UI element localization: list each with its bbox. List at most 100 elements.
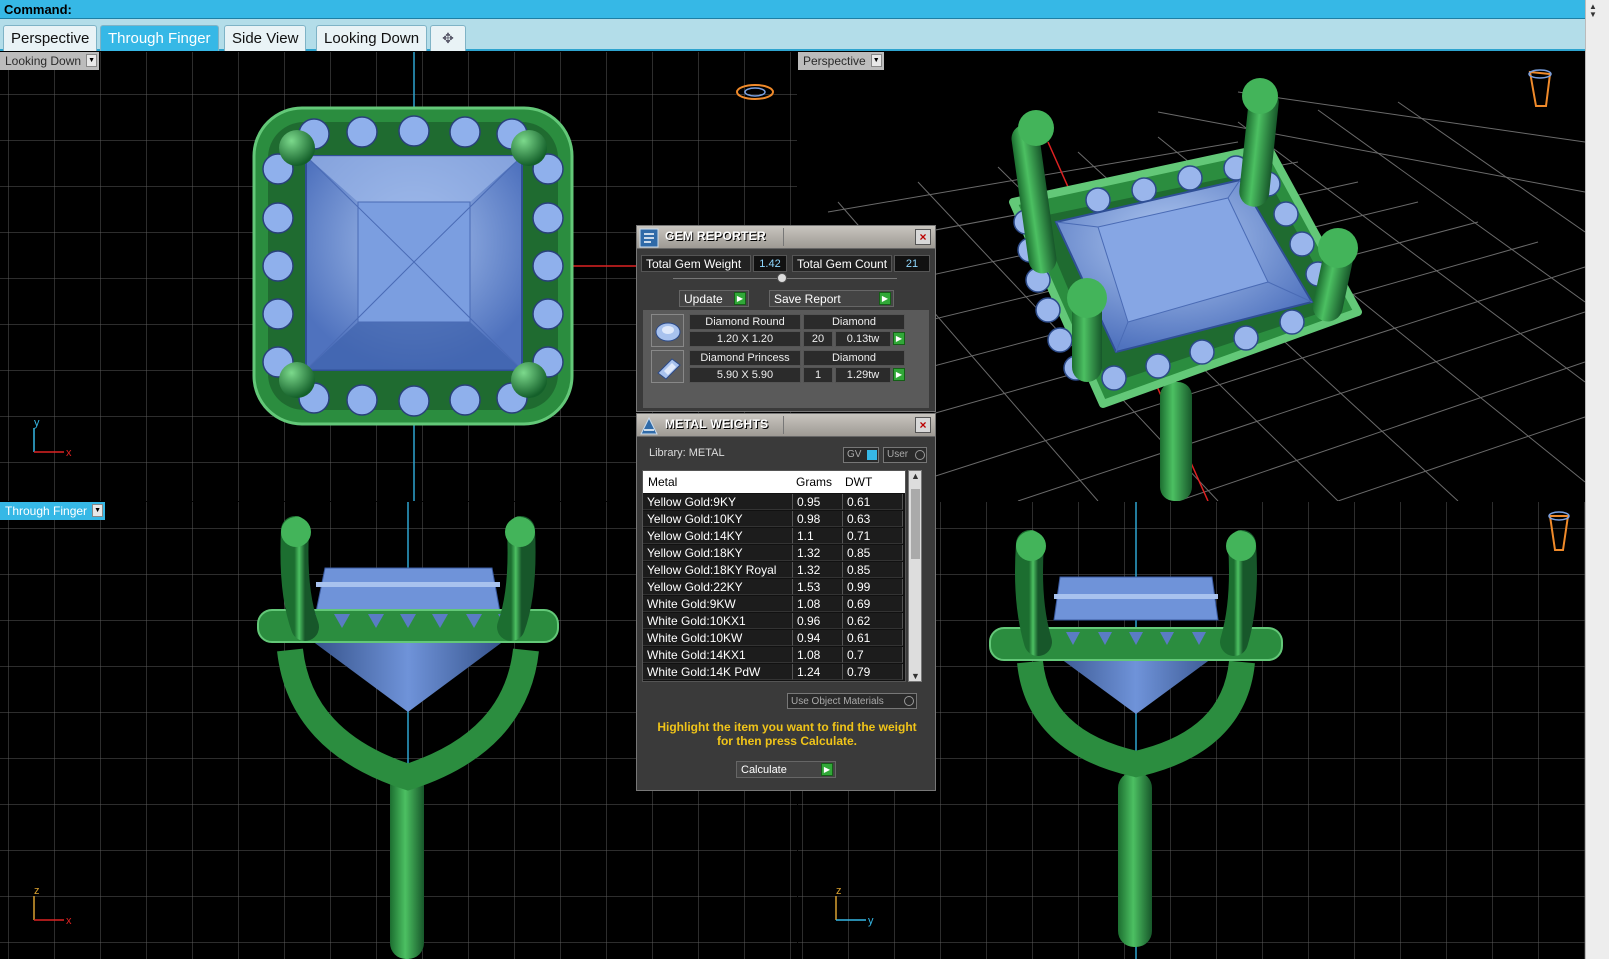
update-button[interactable]: Update ▶ <box>679 290 749 307</box>
splitter-handle[interactable] <box>777 273 787 283</box>
gem-select-button[interactable]: ▶ <box>893 332 905 345</box>
viewport-menu-icon[interactable]: ▼ <box>86 54 98 67</box>
total-gem-weight-value: 1.42 <box>753 255 787 272</box>
save-report-button[interactable]: Save Report ▶ <box>769 290 894 307</box>
viewport-label[interactable]: Through Finger ▼ <box>0 502 106 520</box>
metal-cell-dwt: 0.63 <box>843 511 903 527</box>
metal-cell-dwt: 0.99 <box>843 579 903 595</box>
metal-table-row[interactable]: Yellow Gold:9KY 0.95 0.61 <box>643 494 905 510</box>
scroll-up-icon[interactable]: ▲ <box>911 471 920 481</box>
metal-cell-dwt: 0.85 <box>843 562 903 578</box>
metal-table-row[interactable]: White Gold:14K PdW 1.24 0.79 <box>643 664 905 680</box>
user-label: User <box>887 449 909 460</box>
play-icon: ▶ <box>821 763 833 776</box>
axis-x-label: x <box>66 447 72 459</box>
gem-weight: 0.13tw <box>835 331 891 347</box>
metal-cell-grams: 0.95 <box>793 494 843 510</box>
metal-cell-grams: 0.94 <box>793 630 843 646</box>
scroll-thumb[interactable] <box>911 489 920 559</box>
metal-table-row[interactable]: White Gold:9KW 1.08 0.69 <box>643 596 905 612</box>
viewport-menu-icon[interactable]: ▼ <box>870 54 882 67</box>
user-indicator <box>915 450 925 460</box>
metal-table-row[interactable]: White Gold:14KX1 1.08 0.7 <box>643 647 905 663</box>
metal-cell-dwt: 0.61 <box>843 494 903 510</box>
viewport-label[interactable]: Looking Down ▼ <box>0 52 100 70</box>
user-toggle[interactable]: User <box>883 447 927 463</box>
gem-count: 20 <box>803 331 833 347</box>
gem-count: 1 <box>803 367 833 383</box>
ring-perspective-view <box>1009 78 1362 408</box>
axis-y-label: y <box>868 915 874 927</box>
close-icon[interactable]: × <box>915 229 931 245</box>
metal-cell-metal: Yellow Gold:10KY <box>643 511 793 527</box>
tab-through-finger[interactable]: Through Finger <box>100 25 219 51</box>
command-label: Command: <box>4 2 72 17</box>
metal-table-row[interactable]: Yellow Gold:14KY 1.1 0.71 <box>643 528 905 544</box>
gem-weight: 1.29tw <box>835 367 891 383</box>
metal-cell-dwt: 0.62 <box>843 613 903 629</box>
metal-cell-metal: Yellow Gold:18KY <box>643 545 793 561</box>
tab-looking-down[interactable]: Looking Down <box>316 25 428 51</box>
viewport-menu-icon[interactable]: ▼ <box>92 504 104 517</box>
gem-select-button[interactable]: ▶ <box>893 368 905 381</box>
total-gem-count-label: Total Gem Count <box>792 255 892 272</box>
metal-table-row[interactable]: Yellow Gold:10KY 0.98 0.63 <box>643 511 905 527</box>
view-tab-strip: Perspective Through Finger Side View Loo… <box>0 19 1585 51</box>
window-scrollbar[interactable]: ▲ ▼ <box>1585 0 1609 959</box>
tab-side-view[interactable]: Side View <box>224 25 307 51</box>
metal-table-row[interactable]: Yellow Gold:18KY 1.32 0.85 <box>643 545 905 561</box>
axis-x-label: x <box>66 915 72 927</box>
metal-cell-metal: Yellow Gold:18KY Royal <box>643 562 793 578</box>
metal-cell-metal: Yellow Gold:9KY <box>643 494 793 510</box>
col-metal: Metal <box>648 475 678 489</box>
metal-weights-panel: METAL WEIGHTS × Library: METAL GV User M… <box>636 413 936 791</box>
gem-row-round[interactable]: Diamond Round Diamond 1.20 X 1.20 20 0.1… <box>651 314 929 347</box>
metal-cell-dwt: 0.69 <box>843 596 903 612</box>
metal-table-scrollbar[interactable]: ▲ ▼ <box>908 470 922 682</box>
metal-cell-grams: 1.53 <box>793 579 843 595</box>
axis-z-label: z <box>34 885 40 897</box>
tab-perspective[interactable]: Perspective <box>3 25 98 51</box>
gv-toggle[interactable]: GV <box>843 447 879 463</box>
princess-gem-icon <box>651 350 684 383</box>
calculate-button[interactable]: Calculate ▶ <box>736 761 836 778</box>
axis-z-label: z <box>836 885 842 897</box>
metal-cell-dwt: 0.7 <box>843 647 903 663</box>
metal-cell-dwt: 0.71 <box>843 528 903 544</box>
metal-cell-metal: White Gold:14KX1 <box>643 647 793 663</box>
use-object-materials-toggle[interactable]: Use Object Materials <box>787 693 917 709</box>
metal-table-header: Metal Grams DWT <box>643 471 905 493</box>
gem-size: 5.90 X 5.90 <box>689 367 801 383</box>
scroll-down-icon[interactable]: ▼ <box>911 671 920 681</box>
metal-cell-grams: 1.08 <box>793 596 843 612</box>
metal-table-row[interactable]: Yellow Gold:22KY 1.53 0.99 <box>643 579 905 595</box>
metal-table-row[interactable]: White Gold:10KW 0.94 0.61 <box>643 630 905 646</box>
metal-weights-titlebar[interactable]: METAL WEIGHTS × <box>637 414 935 437</box>
round-gem-icon <box>651 314 684 347</box>
gem-row-princess[interactable]: Diamond Princess Diamond 5.90 X 5.90 1 1… <box>651 350 929 383</box>
close-icon[interactable]: × <box>915 417 931 433</box>
gem-size: 1.20 X 1.20 <box>689 331 801 347</box>
metal-table-row[interactable]: White Gold:10KX1 0.96 0.62 <box>643 613 905 629</box>
gem-reporter-titlebar[interactable]: GEM REPORTER × <box>637 226 935 249</box>
add-tab-icon[interactable]: ✥ <box>430 25 466 51</box>
metal-cell-grams: 1.1 <box>793 528 843 544</box>
scroll-down-icon[interactable]: ▼ <box>1589 10 1597 19</box>
metal-cell-metal: White Gold:14K PdW <box>643 664 793 680</box>
gem-material: Diamond <box>803 314 905 330</box>
gem-material: Diamond <box>803 350 905 366</box>
gem-list: Diamond Round Diamond 1.20 X 1.20 20 0.1… <box>643 310 929 408</box>
command-bar[interactable]: Command: <box>0 0 1585 19</box>
save-report-button-label: Save Report <box>774 292 841 306</box>
metal-table[interactable]: Metal Grams DWT Yellow Gold:9KY 0.95 0.61 Y… <box>642 470 906 682</box>
metal-weights-icon <box>640 416 658 435</box>
col-dwt: DWT <box>845 475 873 489</box>
metal-table-row[interactable]: Yellow Gold:18KY Royal 1.32 0.85 <box>643 562 905 578</box>
calculate-button-label: Calculate <box>741 764 787 776</box>
viewport-label[interactable]: Perspective ▼ <box>798 52 884 70</box>
app-window: Command: ▲ ▼ Perspective Through Finger … <box>0 0 1609 959</box>
metal-cell-dwt: 0.85 <box>843 545 903 561</box>
total-gem-weight-label: Total Gem Weight <box>641 255 751 272</box>
gem-reporter-panel: GEM REPORTER × Total Gem Weight 1.42 Tot… <box>636 225 936 412</box>
gem-reporter-icon <box>639 228 659 248</box>
